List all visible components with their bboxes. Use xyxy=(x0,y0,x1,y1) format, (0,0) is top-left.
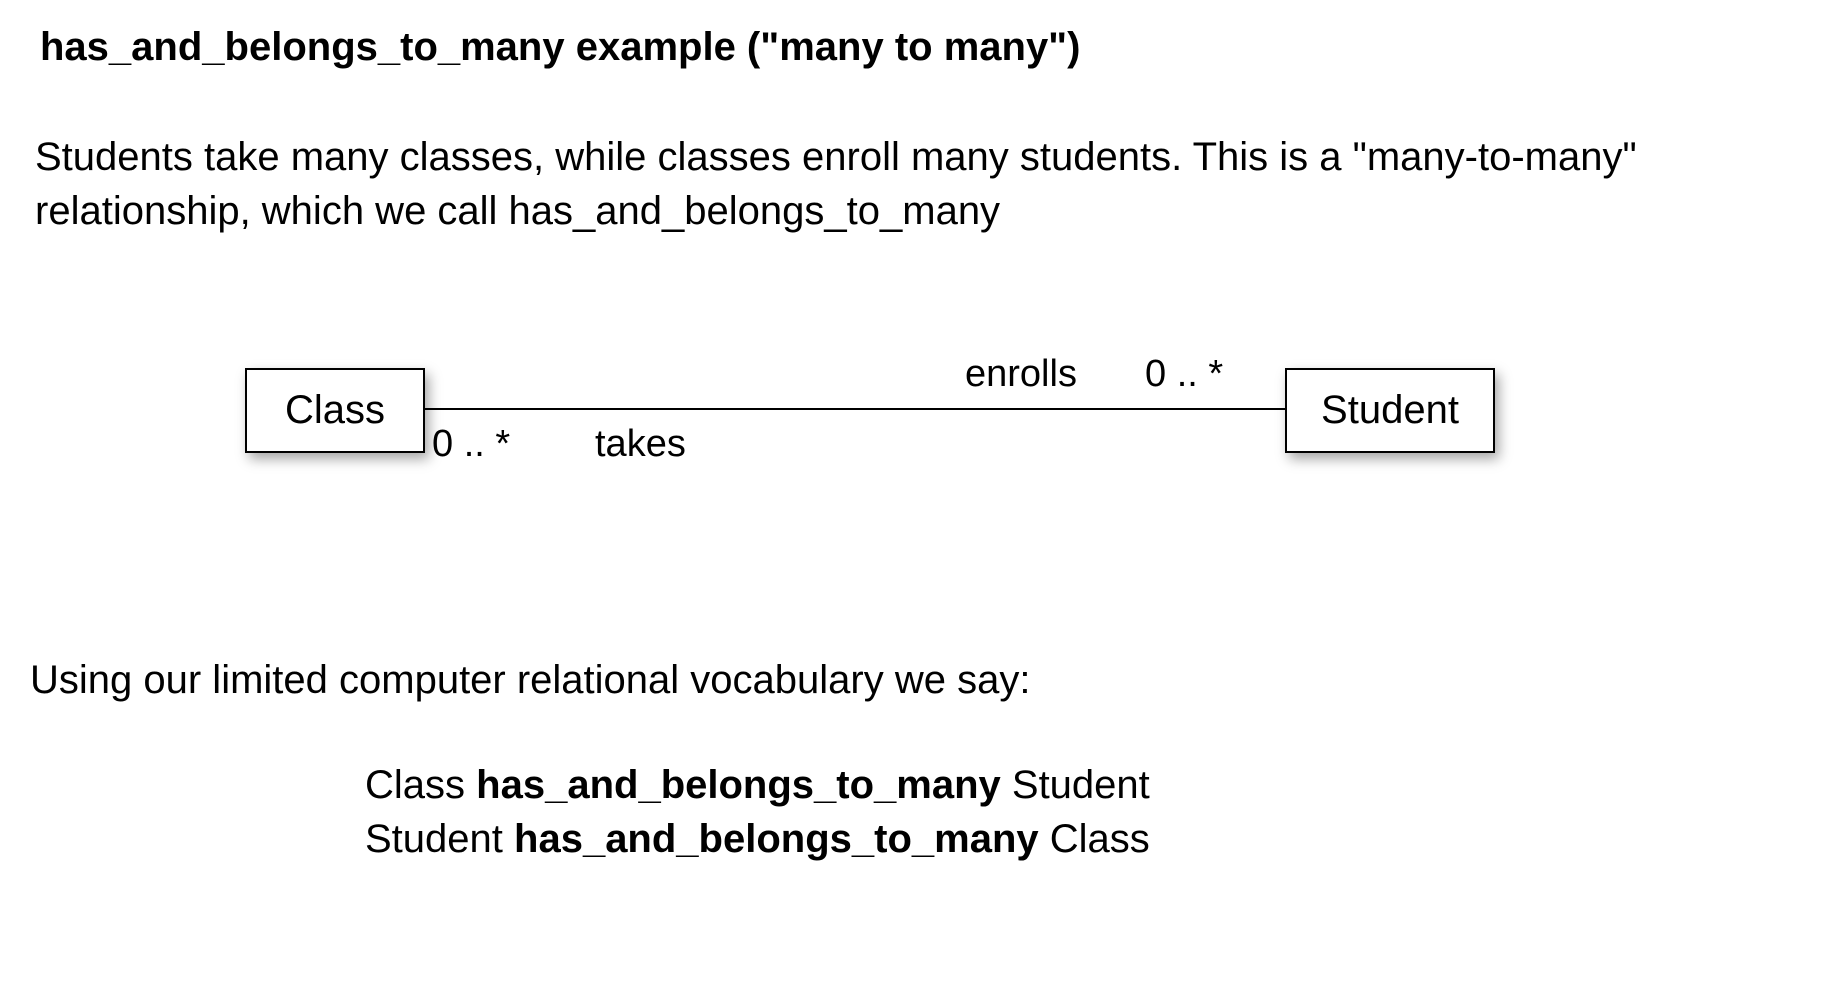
vocabulary-intro: Using our limited computer relational vo… xyxy=(30,658,1807,703)
statement-relation: has_and_belongs_to_many xyxy=(514,817,1039,861)
role-takes: takes xyxy=(595,423,686,466)
statement-object: Student xyxy=(1012,763,1150,807)
multiplicity-left: 0 .. * xyxy=(432,423,510,466)
entity-class-box: Class xyxy=(245,368,425,453)
uml-diagram: Class Student 0 .. * takes enrolls 0 .. … xyxy=(245,338,1495,538)
association-line xyxy=(425,408,1285,410)
page-title: has_and_belongs_to_many example ("many t… xyxy=(40,25,1807,70)
statement-object: Class xyxy=(1050,817,1150,861)
statement-subject: Class xyxy=(365,763,465,807)
entity-student-box: Student xyxy=(1285,368,1495,453)
statement-row: Student has_and_belongs_to_many Class xyxy=(365,812,1807,866)
statement-subject: Student xyxy=(365,817,503,861)
statement-row: Class has_and_belongs_to_many Student xyxy=(365,758,1807,812)
multiplicity-right: 0 .. * xyxy=(1145,353,1223,396)
role-enrolls: enrolls xyxy=(965,353,1077,396)
description-text: Students take many classes, while classe… xyxy=(35,130,1807,238)
statement-relation: has_and_belongs_to_many xyxy=(476,763,1001,807)
relation-statements: Class has_and_belongs_to_many Student St… xyxy=(365,758,1807,866)
